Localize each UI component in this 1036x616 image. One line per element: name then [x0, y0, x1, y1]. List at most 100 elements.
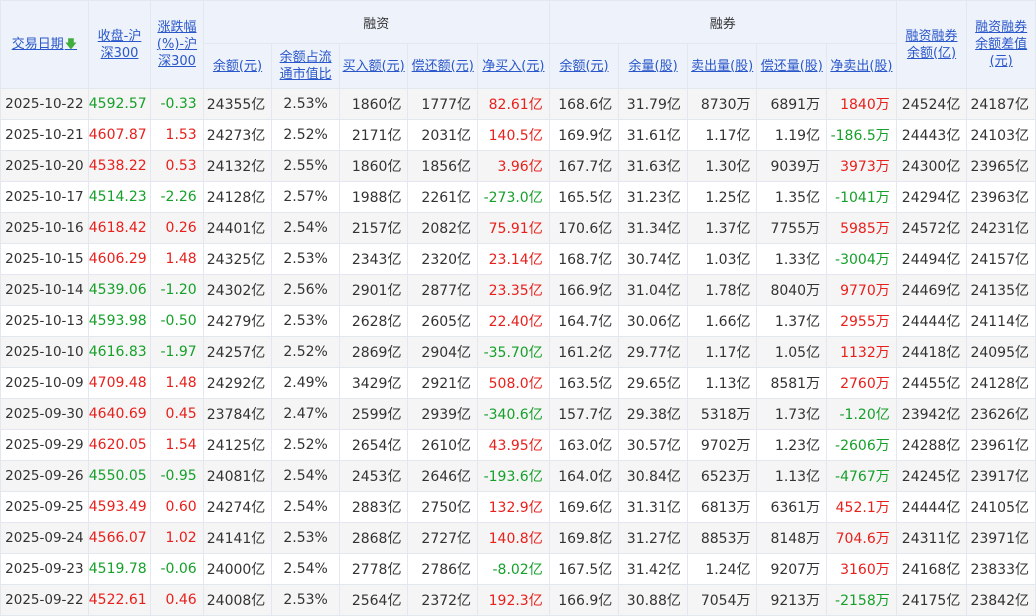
- table-row: 2025-10-14 4539.06 -1.20 24302亿 2.56% 2901亿 28…: [0, 274, 1036, 306]
- cell-margin-ratio: 2.52%: [271, 336, 340, 368]
- col-short-net-sell[interactable]: 净卖出(股): [826, 43, 897, 89]
- cell-margin-buy: 2157亿: [338, 212, 409, 244]
- cell-total-balance: 24245亿: [895, 460, 968, 492]
- cell-total-balance: 24469亿: [895, 274, 968, 306]
- col-margin-repay[interactable]: 偿还额(元): [407, 43, 479, 89]
- cell-margin-buy: 2564亿: [338, 584, 409, 616]
- col-margin-net-buy[interactable]: 净买入(元): [477, 43, 550, 89]
- sort-short-repay-link[interactable]: 偿还量(股): [761, 59, 823, 74]
- col-margin-balance[interactable]: 余额(元): [202, 43, 273, 89]
- cell-margin-net-buy: 140.5亿: [477, 119, 550, 151]
- col-short-repay[interactable]: 偿还量(股): [756, 43, 828, 89]
- cell-short-balance: 166.9亿: [548, 584, 620, 616]
- cell-short-balance: 163.0亿: [548, 429, 620, 461]
- col-margin-buy[interactable]: 买入额(元): [338, 43, 409, 89]
- cell-date: 2025-09-22: [0, 584, 89, 616]
- total-label-1: 融资融券: [905, 28, 958, 44]
- short-group-header: 融券: [548, 0, 897, 44]
- cell-balance-diff: 23971亿: [966, 522, 1036, 554]
- sort-margin-balance-link[interactable]: 余额(元): [213, 59, 262, 74]
- cell-short-balance: 164.0亿: [548, 460, 620, 492]
- cell-margin-buy: 2599亿: [338, 398, 409, 430]
- col-close[interactable]: 收盘-沪 深300: [87, 0, 152, 89]
- margin-repay-label: 偿还额(元): [411, 58, 474, 74]
- col-date[interactable]: 交易日期🡇: [0, 0, 89, 89]
- cell-short-net-sell: -3004万: [826, 243, 897, 275]
- cell-margin-net-buy: 23.14亿: [477, 243, 550, 275]
- sort-date-link[interactable]: 交易日期🡇: [12, 37, 77, 52]
- cell-short-balance: 168.7亿: [548, 243, 620, 275]
- col-total[interactable]: 融资融券 余额(亿): [895, 0, 968, 89]
- sort-short-net-sell-link[interactable]: 净卖出(股): [830, 59, 892, 74]
- sort-diff-link[interactable]: 融资融券 余额差值 (元): [975, 20, 1027, 69]
- diff-label-1: 融资融券: [975, 20, 1028, 35]
- sort-total-link[interactable]: 融资融券 余额(亿): [906, 29, 958, 61]
- cell-date: 2025-10-14: [0, 274, 89, 306]
- table-row: 2025-10-15 4606.29 1.48 24325亿 2.53% 2343亿 232…: [0, 243, 1036, 275]
- total-label-2: 余额(亿): [906, 45, 957, 61]
- cell-short-balance: 163.5亿: [548, 367, 620, 399]
- cell-short-net-sell: 704.6万: [826, 522, 897, 554]
- cell-margin-buy: 2628亿: [338, 305, 409, 337]
- cell-short-net-sell: 1132万: [826, 336, 897, 368]
- sort-short-volume-link[interactable]: 余量(股): [629, 59, 678, 74]
- cell-close: 4538.22: [87, 150, 152, 182]
- cell-short-sell: 1.24亿: [686, 553, 758, 585]
- col-change[interactable]: 涨跌幅 (%)-沪 深300: [150, 0, 204, 89]
- cell-total-balance: 24443亿: [895, 119, 968, 151]
- cell-change: -0.50: [150, 305, 204, 337]
- cell-short-balance: 170.6亿: [548, 212, 620, 244]
- col-diff[interactable]: 融资融券 余额差值 (元): [966, 0, 1036, 89]
- cell-change: -0.33: [150, 88, 204, 120]
- cell-margin-repay: 2646亿: [407, 460, 479, 492]
- cell-change: 1.48: [150, 367, 204, 399]
- cell-date: 2025-10-20: [0, 150, 89, 182]
- sort-change-link[interactable]: 涨跌幅 (%)-沪 深300: [157, 20, 197, 69]
- col-margin-ratio[interactable]: 余额占流 通市值比: [271, 43, 340, 89]
- cell-margin-net-buy: 75.91亿: [477, 212, 550, 244]
- cell-short-sell: 1.37亿: [686, 212, 758, 244]
- cell-change: 0.26: [150, 212, 204, 244]
- cell-margin-ratio: 2.47%: [271, 398, 340, 430]
- sort-margin-buy-link[interactable]: 买入额(元): [343, 59, 405, 74]
- cell-margin-net-buy: 132.9亿: [477, 491, 550, 523]
- cell-margin-balance: 24302亿: [202, 274, 273, 306]
- cell-short-volume: 31.63亿: [618, 150, 688, 182]
- col-short-volume[interactable]: 余量(股): [618, 43, 688, 89]
- cell-short-volume: 30.74亿: [618, 243, 688, 275]
- cell-short-volume: 31.31亿: [618, 491, 688, 523]
- cell-margin-balance: 24257亿: [202, 336, 273, 368]
- sort-margin-repay-link[interactable]: 偿还额(元): [412, 59, 474, 74]
- cell-change: -1.20: [150, 274, 204, 306]
- cell-margin-ratio: 2.49%: [271, 367, 340, 399]
- cell-margin-repay: 1777亿: [407, 88, 479, 120]
- cell-margin-net-buy: -340.6亿: [477, 398, 550, 430]
- sort-margin-net-buy-link[interactable]: 净买入(元): [482, 59, 544, 74]
- cell-short-repay: 9213万: [756, 584, 828, 616]
- cell-margin-buy: 2883亿: [338, 491, 409, 523]
- cell-total-balance: 24168亿: [895, 553, 968, 585]
- cell-short-sell: 1.66亿: [686, 305, 758, 337]
- sort-down-icon[interactable]: 🡇: [65, 37, 77, 51]
- cell-margin-repay: 2320亿: [407, 243, 479, 275]
- sort-margin-ratio-link[interactable]: 余额占流 通市值比: [280, 50, 332, 82]
- cell-short-net-sell: 2955万: [826, 305, 897, 337]
- cell-margin-balance: 24141亿: [202, 522, 273, 554]
- cell-margin-balance: 24000亿: [202, 553, 273, 585]
- cell-margin-buy: 2901亿: [338, 274, 409, 306]
- cell-change: 1.54: [150, 429, 204, 461]
- table-row: 2025-10-10 4616.83 -1.97 24257亿 2.52% 2869亿 29…: [0, 336, 1036, 368]
- sort-close-link[interactable]: 收盘-沪 深300: [98, 29, 142, 61]
- cell-total-balance: 24311亿: [895, 522, 968, 554]
- cell-close: 4709.48: [87, 367, 152, 399]
- cell-margin-repay: 2904亿: [407, 336, 479, 368]
- table-row: 2025-10-20 4538.22 0.53 24132亿 2.55% 1860亿 185…: [0, 150, 1036, 182]
- cell-margin-repay: 2727亿: [407, 522, 479, 554]
- sort-short-balance-link[interactable]: 余额(元): [559, 59, 608, 74]
- cell-balance-diff: 24105亿: [966, 491, 1036, 523]
- col-short-balance[interactable]: 余额(元): [548, 43, 620, 89]
- col-short-sell[interactable]: 卖出量(股): [686, 43, 758, 89]
- cell-margin-ratio: 2.53%: [271, 584, 340, 616]
- sort-short-sell-link[interactable]: 卖出量(股): [691, 59, 753, 74]
- cell-margin-repay: 2031亿: [407, 119, 479, 151]
